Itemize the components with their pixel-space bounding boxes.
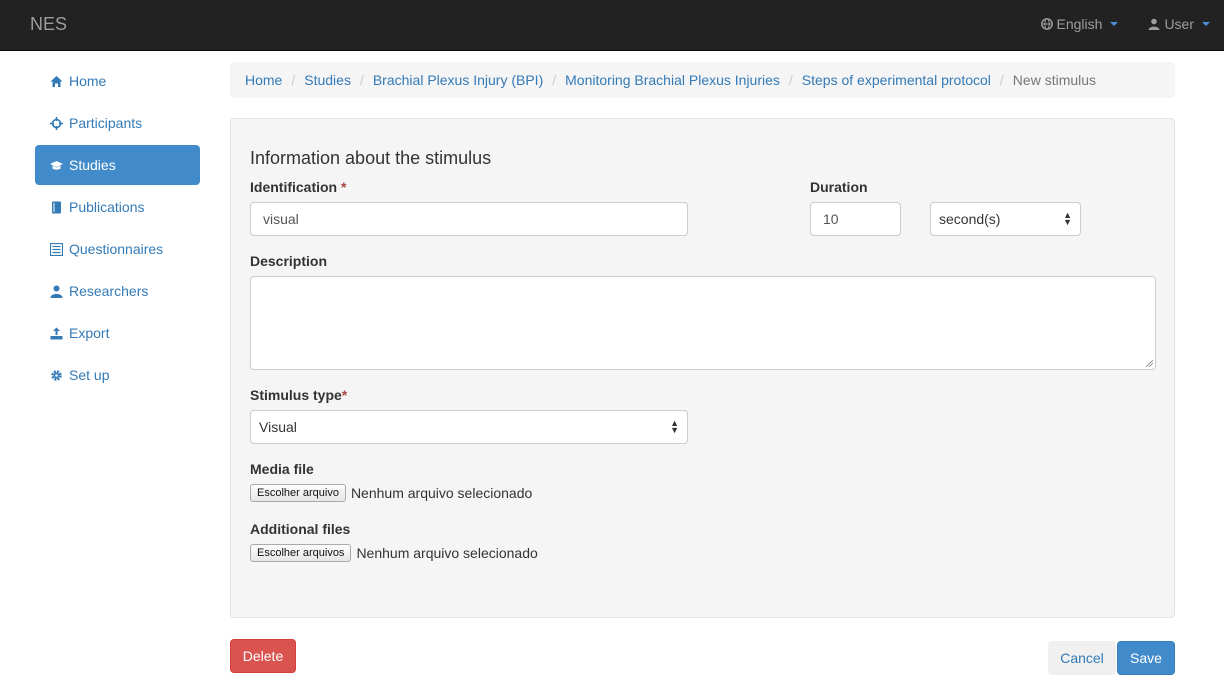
additional-files-label: Additional files [250,521,351,537]
language-dropdown[interactable]: English [1040,16,1119,32]
user-icon [50,285,63,298]
choose-files-button[interactable]: Escolher arquivos [250,544,352,562]
form-title: Information about the stimulus [250,148,492,168]
media-file-status: Nenhum arquivo selecionado [350,485,533,501]
stimulus-type-value: Visual [259,419,297,435]
breadcrumb: Home / Studies / Brachial Plexus Injury … [230,62,1175,98]
sidebar-item-questionnaires[interactable]: Questionnaires [35,229,200,269]
description-label: Description [250,253,328,269]
cog-icon [51,369,62,381]
save-button[interactable]: Save [1117,641,1175,675]
breadcrumb-study[interactable]: Brachial Plexus Injury (BPI) [373,72,543,88]
user-dropdown[interactable]: User [1148,16,1210,32]
breadcrumb-separator: / [552,72,557,88]
stimulus-type-label-text: Stimulus type [250,387,342,403]
media-file-label: Media file [250,461,314,477]
delete-button[interactable]: Delete [230,639,296,673]
user-icon [1148,18,1160,30]
duration-unit-value: second(s) [939,211,1001,227]
graduation-cap-icon [50,160,63,170]
breadcrumb-protocol-steps[interactable]: Steps of experimental protocol [802,72,991,88]
description-textarea[interactable] [250,276,1156,370]
list-icon [50,242,63,256]
breadcrumb-current: New stimulus [1012,72,1097,88]
breadcrumb-experiment[interactable]: Monitoring Brachial Plexus Injuries [565,72,780,88]
breadcrumb-studies[interactable]: Studies [304,72,351,88]
sidebar-item-setup[interactable]: Set up [35,355,200,395]
sidebar-item-label: Questionnaires [69,241,164,257]
book-icon [52,201,61,213]
breadcrumb-separator: / [999,72,1004,88]
duration-label: Duration [810,179,868,195]
globe-icon [1040,18,1053,30]
resize-grip-icon[interactable] [1145,359,1153,367]
cancel-button[interactable]: Cancel [1048,641,1116,675]
sidebar-item-export[interactable]: Export [35,313,200,353]
breadcrumb-home[interactable]: Home [245,72,282,88]
sidebar-item-label: Researchers [69,283,149,299]
sidebar-item-home[interactable]: Home [35,61,200,101]
select-arrows-icon: ▲ ▼ [670,418,679,435]
breadcrumb-separator: / [788,72,793,88]
sidebar-item-label: Studies [69,157,116,173]
stimulus-type-select[interactable]: Visual ▲ ▼ [250,410,688,444]
media-file-input[interactable]: Escolher arquivo Nenhum arquivo selecion… [250,484,532,502]
breadcrumb-separator: / [291,72,296,88]
breadcrumb-separator: / [359,72,364,88]
required-mark: * [341,179,347,195]
required-mark: * [341,387,348,403]
chevron-down-icon [1110,22,1119,26]
language-label: English [1056,16,1103,32]
user-label: User [1164,16,1194,32]
choose-file-button[interactable]: Escolher arquivo [250,484,346,502]
top-navbar: NES English User [0,0,1224,51]
crosshair-icon [50,116,63,130]
sidebar-item-publications[interactable]: Publications [35,187,200,227]
sidebar-item-label: Export [69,325,110,341]
sidebar-item-label: Participants [69,115,143,131]
sidebar-item-researchers[interactable]: Researchers [35,271,200,311]
additional-files-input[interactable]: Escolher arquivos Nenhum arquivo selecio… [250,544,538,562]
identification-label-text: Identification [250,179,338,195]
export-icon [50,327,63,339]
sidebar-item-label: Home [69,73,107,89]
stimulus-form-panel: Information about the stimulus Identific… [230,118,1175,618]
sidebar-nav: Home Participants Studies Publications Q… [35,61,200,397]
identification-input[interactable]: visual [250,202,688,236]
sidebar-item-label: Publications [69,199,145,215]
additional-files-status: Nenhum arquivo selecionado [356,545,538,561]
sidebar-item-studies[interactable]: Studies [35,145,200,185]
sidebar-item-label: Set up [69,367,110,383]
select-arrows-icon: ▲ ▼ [1063,210,1072,227]
duration-input[interactable]: 10 [810,202,901,236]
identification-label: Identification * [250,179,346,195]
duration-unit-select[interactable]: second(s) ▲ ▼ [930,202,1081,236]
chevron-down-icon [1202,22,1210,26]
stimulus-type-label: Stimulus type* [250,387,347,403]
sidebar-item-participants[interactable]: Participants [35,103,200,143]
home-icon [50,75,63,87]
brand-logo[interactable]: NES [30,14,67,35]
